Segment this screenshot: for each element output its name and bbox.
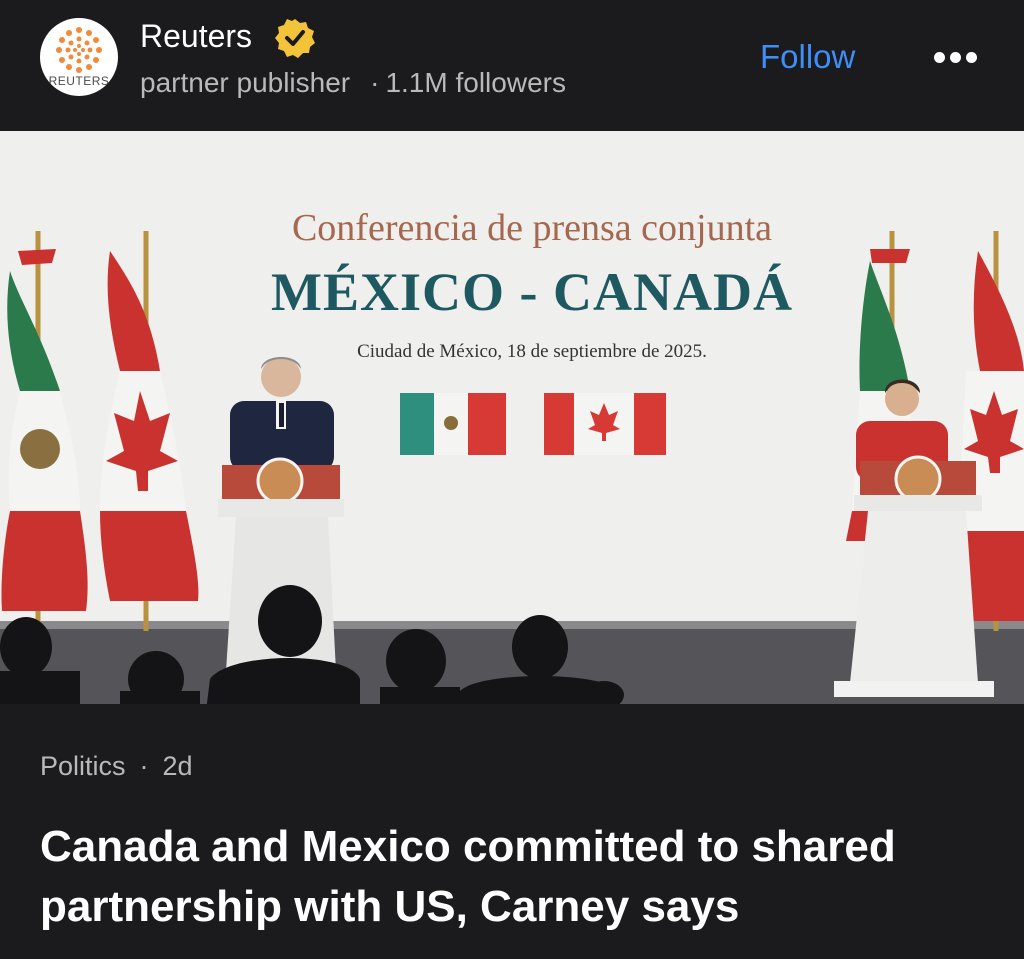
verified-badge-icon bbox=[275, 19, 315, 58]
banner-title: Conferencia de prensa conjunta bbox=[291, 207, 773, 249]
article-headline[interactable]: Canada and Mexico committed to shared pa… bbox=[40, 817, 1000, 937]
article-meta-separator: · bbox=[139, 751, 149, 781]
publisher-header: REUTERS Reuters partner publisher · 1.1M f… bbox=[0, 0, 1024, 130]
article-category[interactable]: Politics bbox=[40, 751, 126, 781]
publisher-meta: partner publisher · 1.1M followers bbox=[140, 67, 566, 99]
backdrop-canada-flag-icon bbox=[544, 393, 666, 455]
reuters-wordmark: REUTERS bbox=[48, 74, 110, 88]
publisher-avatar[interactable]: REUTERS bbox=[40, 18, 118, 96]
meta-separator: · bbox=[370, 67, 380, 98]
backdrop-mexico-flag-icon bbox=[400, 393, 506, 455]
article-photo[interactable]: Conferencia de prensa conjunta MÉXICO - … bbox=[0, 131, 1024, 704]
follow-button[interactable]: Follow bbox=[760, 38, 855, 76]
article-meta: Politics · 2d bbox=[40, 751, 193, 782]
more-options-icon[interactable] bbox=[932, 42, 980, 72]
follower-count: 1.1M followers bbox=[385, 67, 566, 98]
publisher-type: partner publisher bbox=[140, 67, 351, 98]
banner-heading: MÉXICO - CANADÁ bbox=[271, 262, 793, 322]
article-age: 2d bbox=[162, 751, 193, 781]
banner-location-date: Ciudad de México, 18 de septiembre de 20… bbox=[357, 341, 707, 362]
article-info: Politics · 2d Canada and Mexico committed … bbox=[0, 705, 1024, 959]
publisher-name[interactable]: Reuters bbox=[140, 18, 252, 55]
reuters-logo-icon bbox=[56, 27, 102, 73]
